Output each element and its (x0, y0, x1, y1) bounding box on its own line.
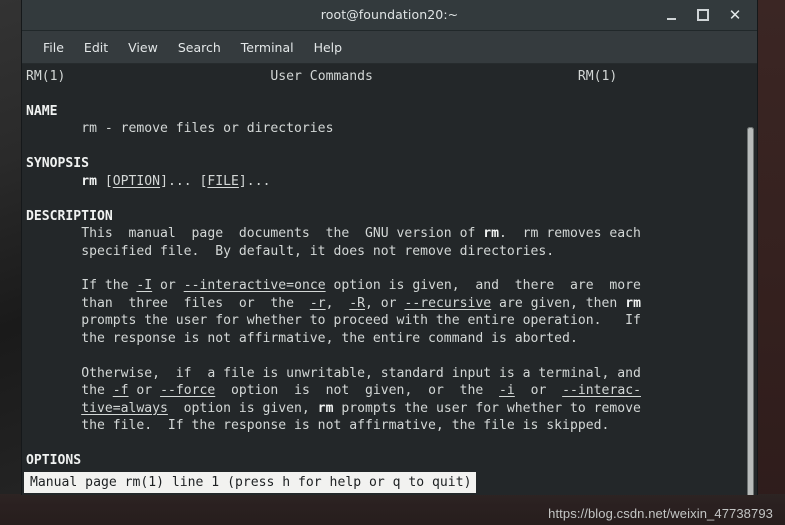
menu-item-terminal[interactable]: Terminal (232, 37, 303, 58)
desc-p2-l2d: are given, then (491, 295, 626, 311)
synopsis-option-token: OPTION (112, 173, 161, 189)
menu-item-view[interactable]: View (119, 37, 167, 58)
section-heading-options: OPTIONS (26, 452, 82, 468)
option-tive-always: tive=always (81, 400, 168, 416)
option-lower-i: -i (499, 383, 515, 399)
terminal-content-area[interactable]: RM(1) User Commands RM(1) NAME rm - remo… (22, 64, 757, 495)
pager-status-bar: Manual page rm(1) line 1 (press h for he… (24, 472, 477, 493)
desktop-right-gradient (757, 0, 785, 525)
desktop-left-gradient (0, 0, 24, 525)
close-icon: ✕ (728, 5, 742, 24)
menu-item-help[interactable]: Help (305, 37, 352, 58)
manpage-header-left: RM(1) (26, 69, 66, 84)
desc-p1-bold-rm: rm (483, 226, 500, 242)
window-controls: ✕ (655, 0, 751, 30)
option-upper-r: -R (349, 295, 366, 311)
desc-p1-l2: specified file. By default, it does not … (81, 243, 555, 259)
desc-p3-l2d: or (514, 383, 563, 399)
desc-p2-l4: the response is not affirmative, the ent… (81, 330, 578, 346)
watermark-text: https://blog.csdn.net/weixin_47738793 (548, 506, 773, 521)
option-lower-f: -f (112, 383, 129, 399)
desc-p2-l1a: If the (81, 278, 137, 294)
section-heading-synopsis: SYNOPSIS (26, 156, 90, 172)
section-body-name: rm - remove files or directories (81, 121, 334, 137)
desc-p2-l1b: or (152, 278, 184, 294)
synopsis-file-token: FILE (207, 173, 239, 189)
section-heading-name: NAME (26, 103, 58, 119)
option-force: --force (160, 383, 216, 399)
desc-p2-bold-rm: rm (625, 295, 641, 311)
manpage-header-pad1 (65, 69, 270, 84)
menu-item-search[interactable]: Search (169, 37, 230, 58)
desc-p2-l2b: , (325, 295, 350, 311)
close-button[interactable]: ✕ (719, 0, 751, 30)
terminal-window: root@foundation20:~ ✕ File Edit View Sea… (22, 0, 757, 495)
desc-p3-l3c: prompts the user for whether to remove (333, 400, 641, 416)
minimize-button[interactable] (655, 0, 687, 30)
manpage-header-pad2 (373, 69, 578, 84)
desc-p3-l3b: option is given, (167, 400, 318, 416)
desc-p3-bold-rm: rm (317, 400, 334, 416)
manpage-text: RM(1) User Commands RM(1) NAME rm - remo… (26, 69, 641, 468)
desc-p3-l2c: option is not given, or the (215, 383, 500, 399)
desc-p3-l2b: or (128, 383, 161, 399)
synopsis-command: rm (81, 173, 97, 189)
terminal-scrollbar[interactable] (744, 127, 757, 495)
minimize-icon (666, 17, 676, 20)
desc-p2-l2a: than three files or the (81, 295, 310, 311)
maximize-icon (697, 9, 709, 21)
desc-p1-l1b: . rm removes each (499, 226, 641, 242)
desc-p3-l2a: the (81, 383, 113, 399)
desc-p1-l1a: This manual page documents the GNU versi… (81, 226, 484, 242)
maximize-button[interactable] (687, 0, 719, 30)
option-recursive: --recursive (404, 295, 492, 311)
manpage-header-right: RM(1) (577, 69, 618, 84)
desc-p3-l4: the file. If the response is not affirma… (81, 418, 610, 434)
desc-p2-l3: prompts the user for whether to proceed … (81, 313, 641, 329)
option-capital-i: -I (136, 278, 153, 294)
section-heading-description: DESCRIPTION (26, 208, 113, 224)
window-titlebar[interactable]: root@foundation20:~ ✕ (22, 0, 757, 31)
desc-p2-l2c: , or (365, 295, 405, 311)
desc-p2-l1c: option is given, and there are more (325, 278, 641, 294)
menu-item-file[interactable]: File (34, 37, 73, 58)
option-lower-r: -r (309, 295, 326, 311)
window-title: root@foundation20:~ (320, 7, 459, 22)
scrollbar-thumb[interactable] (747, 127, 754, 495)
manpage-header-center: User Commands (270, 69, 373, 84)
option-interactive-once: --interactive=once (183, 278, 326, 294)
menu-item-edit[interactable]: Edit (75, 37, 117, 58)
desc-p3-l1: Otherwise, if a file is unwritable, stan… (81, 365, 641, 381)
option-interac-hyphen: --interac- (562, 383, 641, 399)
menubar: File Edit View Search Terminal Help (22, 31, 757, 64)
